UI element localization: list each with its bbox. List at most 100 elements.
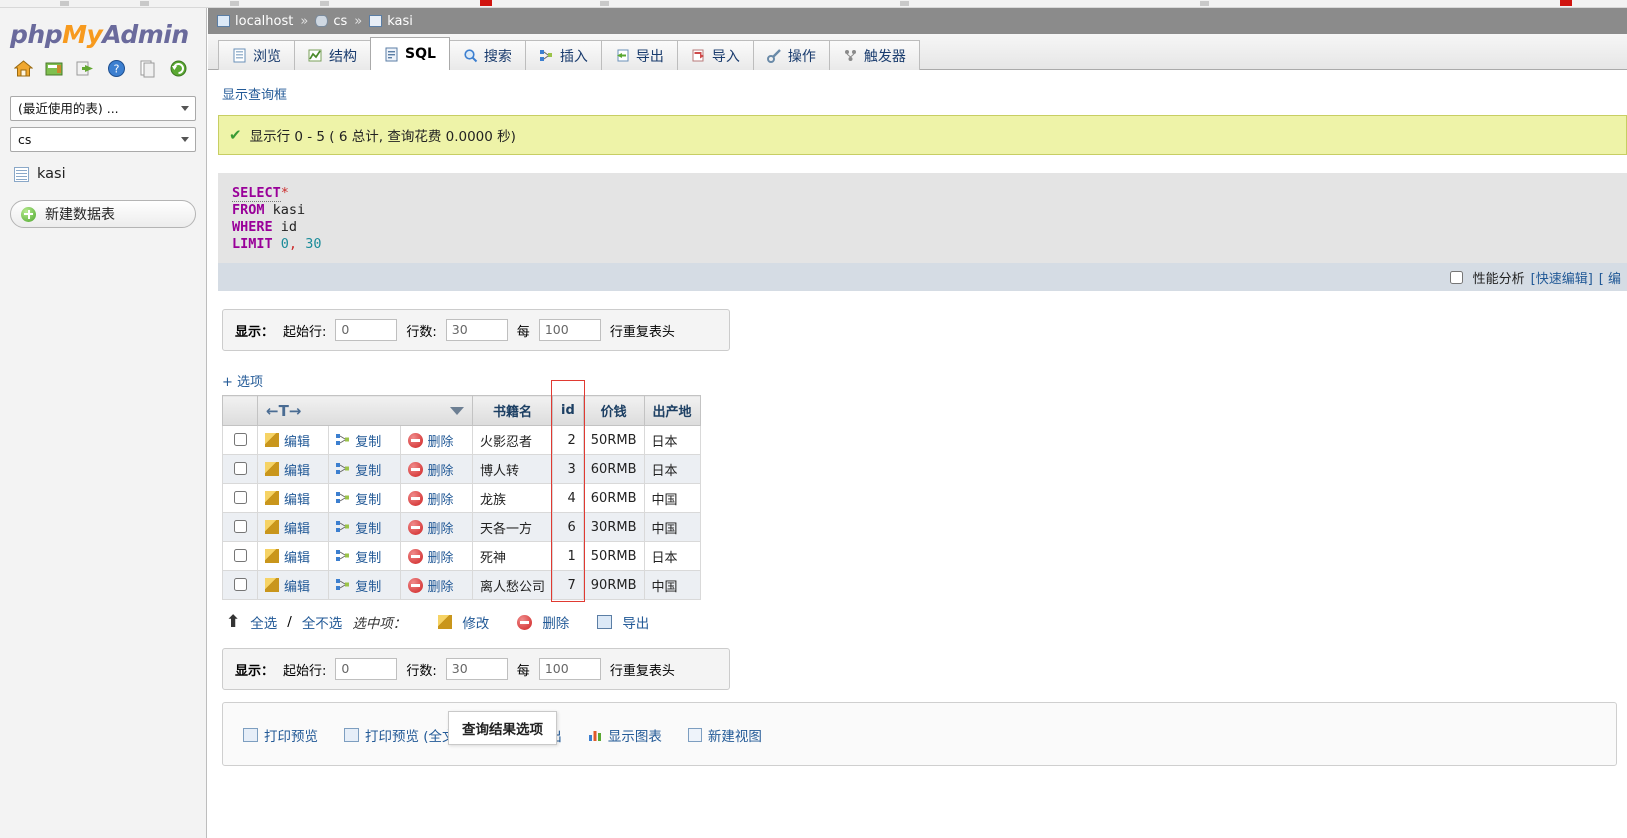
modify-selected-link[interactable]: 修改	[462, 612, 489, 632]
show-query-box-link[interactable]: 显示查询框	[222, 84, 1627, 103]
cell-id[interactable]: 7	[552, 570, 584, 600]
tab-browse[interactable]: 浏览	[218, 40, 295, 70]
cell-price[interactable]: 30RMB	[582, 512, 645, 542]
row-checkbox[interactable]	[234, 433, 247, 446]
copy-row-link-cell[interactable]: 复制	[328, 425, 401, 455]
cell-origin[interactable]: 日本	[643, 541, 701, 571]
edit-row-link-cell[interactable]: 编辑	[256, 512, 330, 542]
sort-controls[interactable]: ←T→	[266, 402, 464, 420]
options-toggle-link[interactable]: + 选项	[222, 371, 1627, 390]
row-checkbox-cell[interactable]	[222, 483, 258, 513]
inline-edit-link[interactable]: [快速编辑]	[1531, 268, 1593, 287]
tab-export[interactable]: 导出	[600, 40, 678, 70]
edit-row-link-cell[interactable]: 编辑	[256, 483, 330, 513]
tab-import[interactable]: 导入	[676, 40, 754, 70]
row-checkbox[interactable]	[234, 520, 247, 533]
delete-row-link-cell[interactable]: 删除	[399, 512, 474, 542]
column-header-price[interactable]: 价钱	[582, 395, 645, 426]
table-row[interactable]: 编辑 复制 删除 死神 1 50RMB 日本	[222, 541, 701, 571]
cell-price[interactable]: 50RMB	[582, 541, 645, 571]
tab-search[interactable]: 搜索	[448, 40, 526, 70]
cell-id[interactable]: 3	[552, 454, 584, 484]
select-all-arrow-icon[interactable]: ⬆	[226, 612, 240, 632]
edit-row-link-cell[interactable]: 编辑	[256, 425, 330, 455]
column-header-origin[interactable]: 出产地	[643, 395, 701, 426]
column-header-book[interactable]: 书籍名	[471, 395, 554, 426]
row-checkbox[interactable]	[234, 491, 247, 504]
cell-book[interactable]: 博人转	[471, 454, 554, 484]
start-row-input[interactable]: 0	[335, 319, 398, 341]
edit-row-link-cell[interactable]: 编辑	[256, 454, 330, 484]
row-checkbox-cell[interactable]	[222, 425, 258, 455]
export-selected-link[interactable]: 导出	[622, 612, 649, 632]
cell-origin[interactable]: 日本	[643, 425, 701, 455]
phpmyadmin-logo[interactable]: phpMyAdmin	[10, 20, 206, 49]
cell-book[interactable]: 火影忍者	[471, 425, 554, 455]
rows-input[interactable]: 30	[445, 658, 508, 680]
profiling-checkbox[interactable]	[1449, 270, 1463, 284]
copy-row-link-cell[interactable]: 复制	[328, 483, 401, 513]
print-preview-link[interactable]: 打印预览	[243, 725, 318, 745]
breadcrumb-server[interactable]: localhost	[235, 14, 293, 29]
exit-icon[interactable]	[76, 59, 95, 78]
row-checkbox-cell[interactable]	[222, 541, 258, 571]
delete-row-link-cell[interactable]: 删除	[399, 570, 474, 600]
row-checkbox-cell[interactable]	[222, 512, 258, 542]
tab-insert[interactable]: 插入	[524, 40, 602, 70]
cell-price[interactable]: 90RMB	[582, 570, 645, 600]
start-row-input[interactable]: 0	[335, 658, 398, 680]
table-row[interactable]: 编辑 复制 删除 火影忍者 2 50RMB 日本	[222, 425, 701, 455]
chevron-down-icon[interactable]	[450, 406, 464, 415]
sql-window-icon[interactable]	[45, 59, 64, 78]
tab-triggers[interactable]: 触发器	[828, 40, 920, 70]
cell-id[interactable]: 6	[552, 512, 584, 542]
tab-operations[interactable]: 操作	[752, 40, 830, 70]
uncheck-all-link[interactable]: 全不选	[302, 612, 343, 632]
table-row[interactable]: 编辑 复制 删除 博人转 3 60RMB 日本	[222, 454, 701, 484]
row-checkbox-cell[interactable]	[222, 570, 258, 600]
delete-row-link-cell[interactable]: 删除	[399, 425, 474, 455]
delete-row-link-cell[interactable]: 删除	[399, 483, 474, 513]
new-table-button[interactable]: 新建数据表	[10, 200, 196, 228]
tab-structure[interactable]: 结构	[294, 40, 371, 70]
cell-id[interactable]: 4	[552, 483, 584, 513]
table-row[interactable]: 编辑 复制 删除 天各一方 6 30RMB 中国	[222, 512, 701, 542]
docs-icon[interactable]	[138, 59, 157, 78]
edit-row-link-cell[interactable]: 编辑	[256, 570, 330, 600]
copy-row-link-cell[interactable]: 复制	[328, 512, 401, 542]
database-select[interactable]: cs	[10, 127, 196, 152]
row-checkbox[interactable]	[234, 578, 247, 591]
sidebar-item-kasi[interactable]: kasi	[14, 166, 206, 182]
cell-origin[interactable]: 中国	[643, 512, 701, 542]
edit-row-link-cell[interactable]: 编辑	[256, 541, 330, 571]
reload-icon[interactable]	[169, 59, 188, 78]
cell-id[interactable]: 2	[552, 425, 584, 455]
table-row[interactable]: 编辑 复制 删除 龙族 4 60RMB 中国	[222, 483, 701, 513]
every-input[interactable]: 100	[538, 658, 601, 680]
column-header-id[interactable]: id	[552, 395, 584, 426]
table-row[interactable]: 编辑 复制 删除 离人愁公司 7 90RMB 中国	[222, 570, 701, 600]
row-checkbox[interactable]	[234, 549, 247, 562]
cell-id[interactable]: 1	[552, 541, 584, 571]
every-input[interactable]: 100	[538, 319, 601, 341]
row-checkbox-cell[interactable]	[222, 454, 258, 484]
delete-row-link-cell[interactable]: 删除	[399, 454, 474, 484]
delete-row-link-cell[interactable]: 删除	[399, 541, 474, 571]
tab-sql[interactable]: SQL	[370, 37, 450, 70]
breadcrumb-database[interactable]: cs	[333, 14, 347, 29]
home-icon[interactable]	[13, 59, 34, 78]
cell-book[interactable]: 天各一方	[471, 512, 554, 542]
cell-price[interactable]: 60RMB	[582, 483, 645, 513]
recent-tables-select[interactable]: (最近使用的表) ...	[10, 96, 196, 121]
check-all-link[interactable]: 全选	[250, 612, 277, 632]
sql-query-display[interactable]: SELECT* FROM kasi WHERE id LIMIT 0, 30	[218, 173, 1627, 263]
cell-price[interactable]: 50RMB	[582, 425, 645, 455]
cell-book[interactable]: 龙族	[471, 483, 554, 513]
cell-origin[interactable]: 日本	[643, 454, 701, 484]
cell-price[interactable]: 60RMB	[582, 454, 645, 484]
display-chart-link[interactable]: 显示图表	[588, 725, 662, 745]
breadcrumb-table[interactable]: kasi	[387, 14, 413, 29]
delete-selected-link[interactable]: 删除	[542, 612, 569, 632]
cell-book[interactable]: 离人愁公司	[471, 570, 554, 600]
help-icon[interactable]: ?	[107, 59, 126, 78]
